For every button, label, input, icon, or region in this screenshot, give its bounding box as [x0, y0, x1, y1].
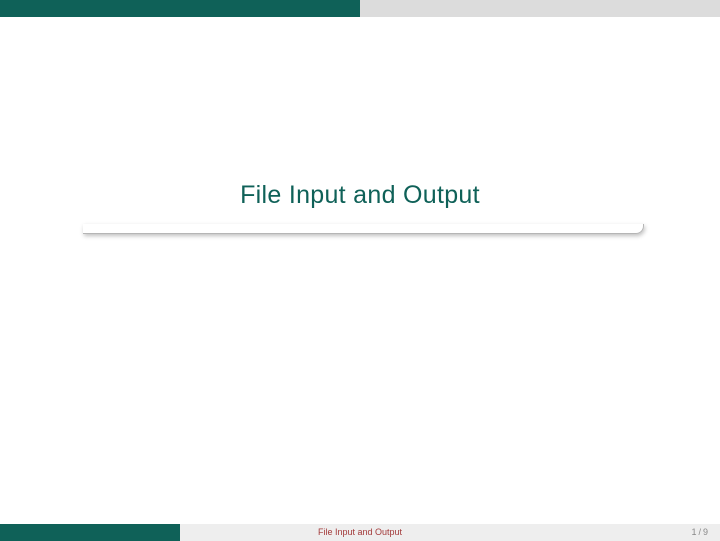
footer-bar: File Input and Output 1/9 [0, 524, 720, 541]
page-total: 9 [703, 527, 708, 537]
title-block: File Input and Output [80, 165, 640, 230]
slide-title: File Input and Output [80, 165, 640, 230]
footer-left-block [0, 524, 180, 541]
footer-page-indicator: 1/9 [540, 524, 720, 541]
top-progress-bar [0, 0, 720, 17]
footer-title: File Input and Output [180, 524, 540, 541]
top-progress-fill [0, 0, 360, 17]
slide-content: File Input and Output [0, 17, 720, 524]
title-underline-decoration [83, 224, 644, 234]
